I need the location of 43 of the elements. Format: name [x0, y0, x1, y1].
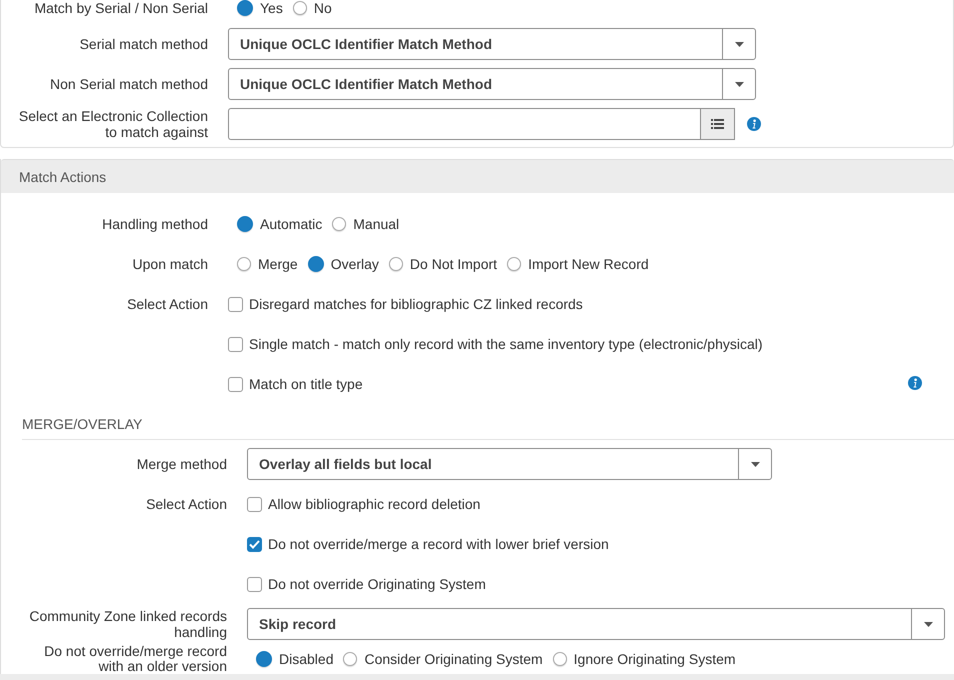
caret-icon — [734, 82, 744, 86]
field-label: Handling method — [101, 216, 209, 232]
field-label: Upon match — [132, 256, 209, 272]
collection-field[interactable] — [228, 108, 700, 140]
field-label: Non Serial match method — [49, 76, 209, 92]
section-title: MERGE/OVERLAY — [22, 414, 142, 432]
list-icon — [711, 119, 724, 129]
radio-option[interactable]: Ignore Originating System — [552, 651, 736, 667]
radio-option[interactable]: Manual — [332, 216, 400, 232]
radio-option[interactable]: Overlay — [308, 256, 379, 272]
checkbox-option[interactable]: Do not override/merge a record with lower brief version — [247, 536, 609, 552]
field-label: Select an Electronic Collection to match against — [18, 108, 209, 140]
caret-icon — [734, 42, 744, 46]
list-button[interactable] — [700, 108, 735, 140]
info-icon[interactable] — [747, 117, 761, 131]
checkbox-option[interactable]: Match on title type — [228, 376, 363, 392]
dropdown[interactable]: Unique OCLC Identifier Match Method — [228, 68, 756, 100]
radio-option[interactable]: Yes — [237, 0, 283, 16]
field-label: Do not override/merge record with an older version — [43, 644, 228, 674]
checkbox-option[interactable]: Disregard matches for bibliographic CZ linked records — [228, 296, 583, 312]
info-icon[interactable] — [908, 376, 922, 390]
field-label: Select Action — [145, 496, 228, 512]
field-label: Match by Serial / Non Serial — [33, 0, 209, 16]
checkbox-option[interactable]: Allow bibliographic record deletion — [247, 496, 480, 512]
radio-option[interactable]: Consider Originating System — [343, 651, 543, 667]
section-header: Match Actions — [1, 159, 954, 193]
radio-option[interactable]: Import New Record — [507, 256, 649, 272]
field-label: Community Zone linked records handling — [28, 608, 228, 640]
radio-option[interactable]: Do Not Import — [388, 256, 498, 272]
radio-option[interactable]: Disabled — [256, 651, 334, 667]
dropdown[interactable]: Overlay all fields but local — [247, 448, 772, 480]
dropdown[interactable]: Skip record — [247, 608, 945, 640]
field-label: Select Action — [126, 296, 209, 312]
field-label: Merge method — [136, 456, 228, 472]
checkbox-option[interactable]: Single match - match only record with the same inventory type (electronic/physical) — [228, 336, 763, 352]
checkbox-option[interactable]: Do not override Originating System — [247, 576, 486, 592]
radio-option[interactable]: No — [292, 0, 332, 16]
radio-option[interactable]: Automatic — [237, 216, 322, 232]
caret-icon — [750, 462, 760, 466]
radio-option[interactable]: Merge — [237, 256, 298, 272]
caret-icon — [924, 622, 932, 626]
field-label: Serial match method — [78, 36, 209, 52]
dropdown[interactable]: Unique OCLC Identifier Match Method — [228, 28, 756, 60]
